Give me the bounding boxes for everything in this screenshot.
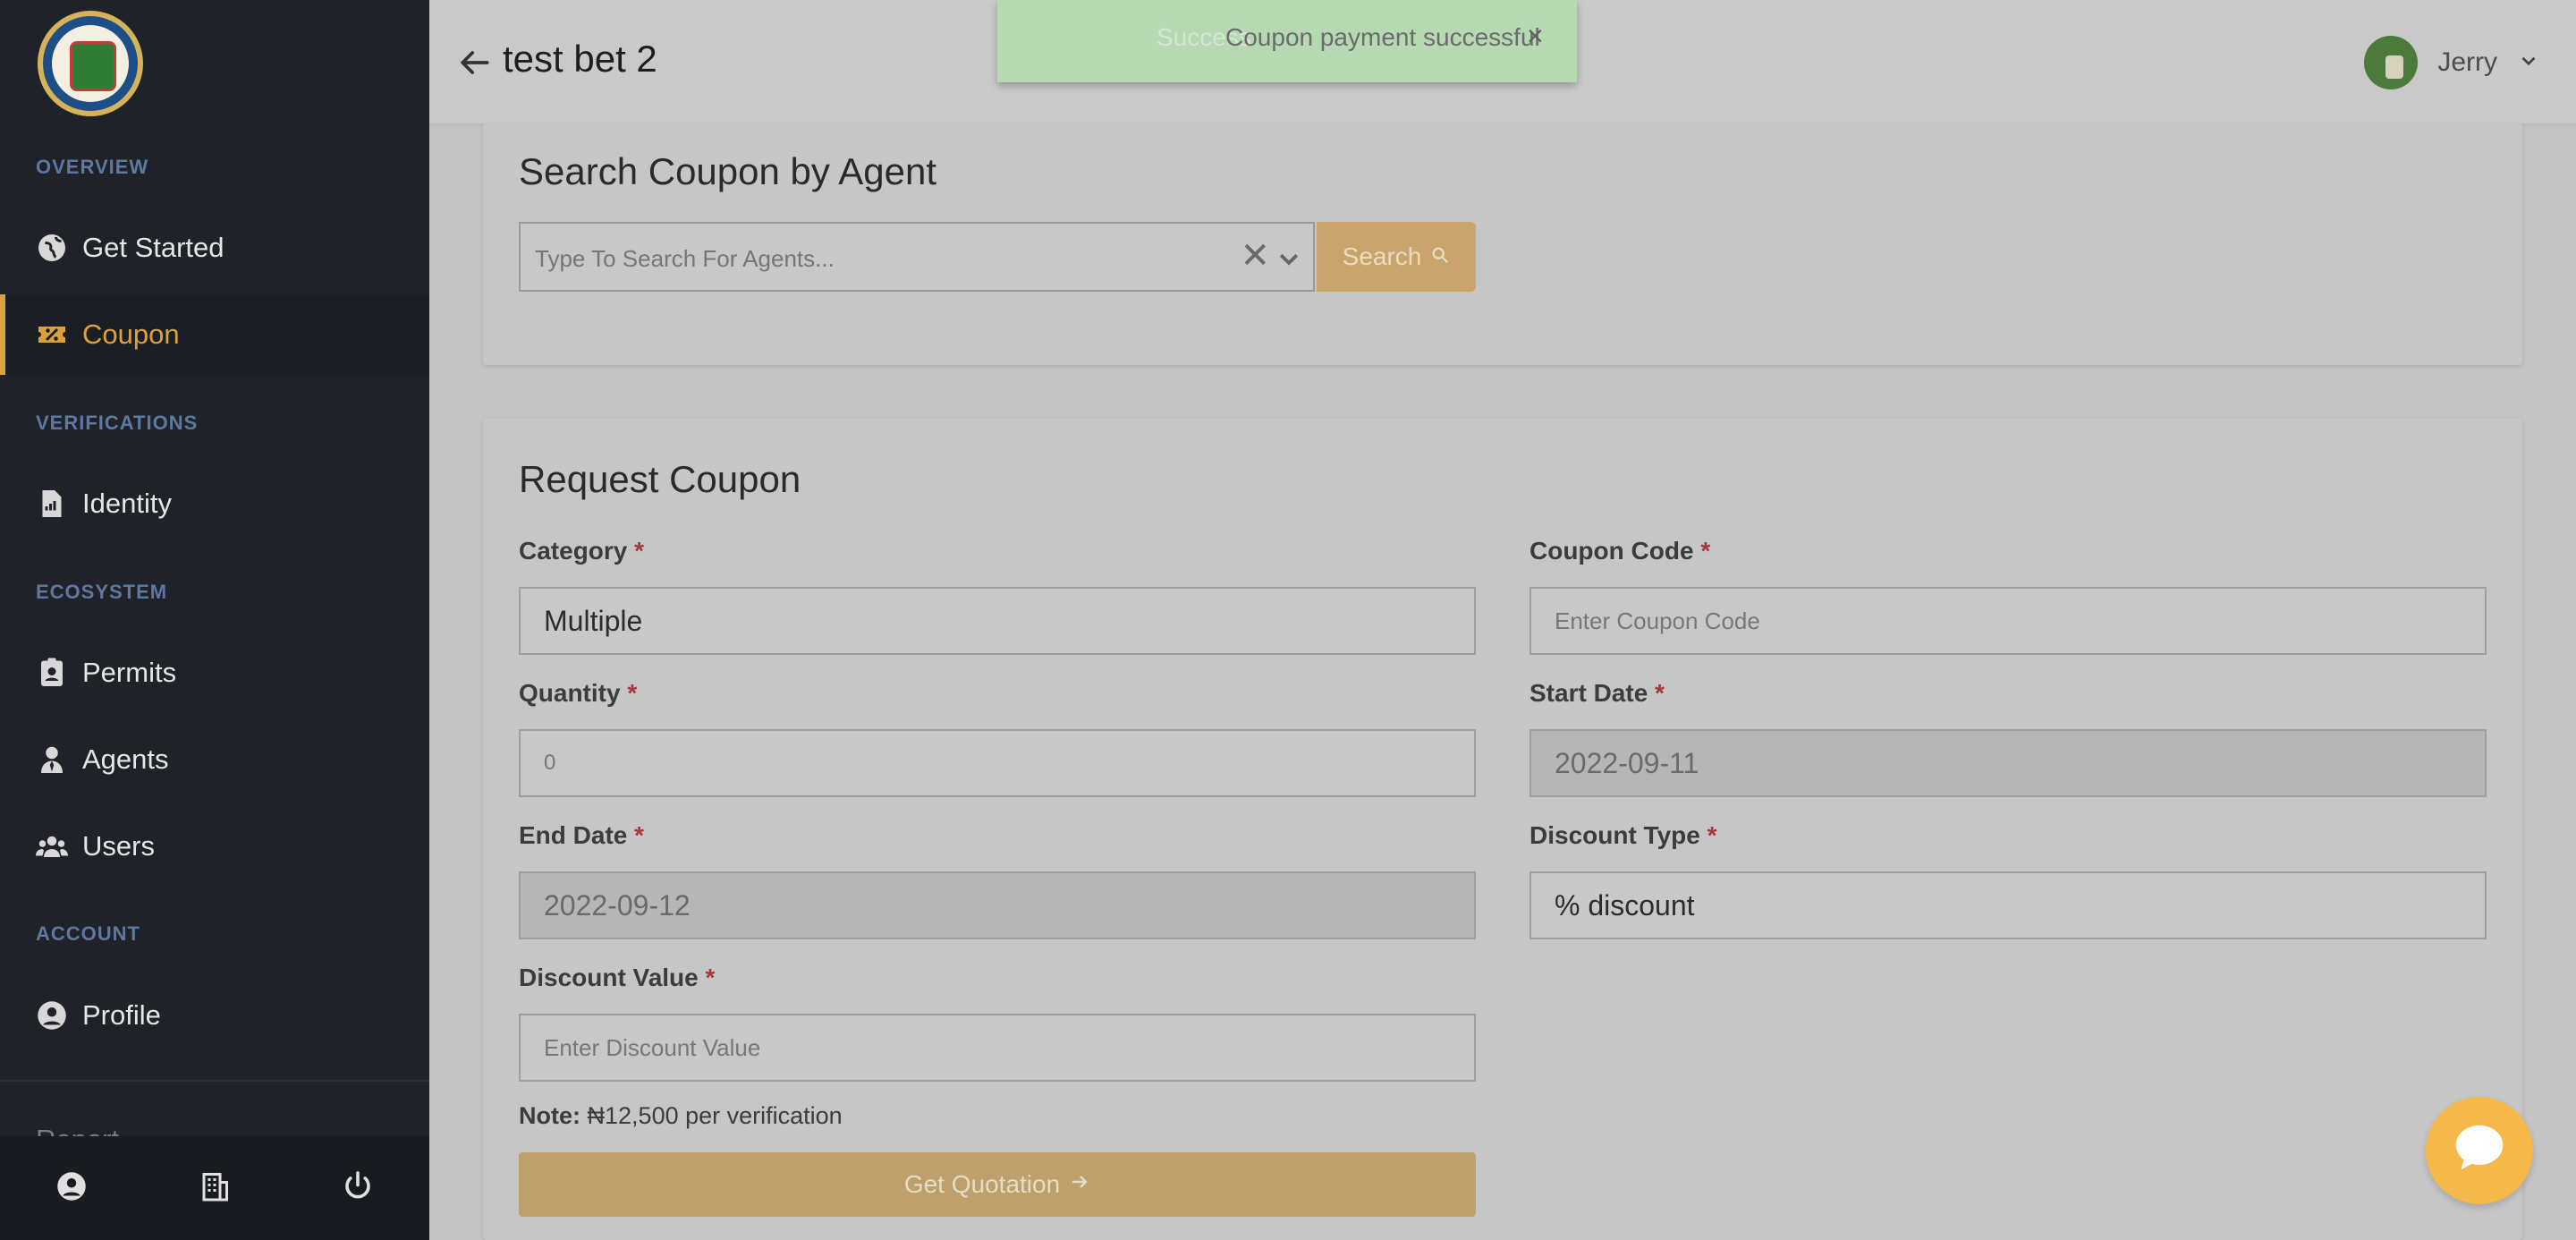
coupon-icon [36,318,68,351]
discount-value-input[interactable]: Enter Discount Value [519,1014,1476,1082]
required-mark: * [634,537,645,565]
sidebar: OVERVIEW Get Started Coupon VERIFICATION… [0,0,429,1240]
sidebar-item-label: Agents [82,743,169,775]
close-icon[interactable]: × [1527,20,1544,53]
quantity-label: Quantity * [519,679,637,708]
sidebar-divider [0,1080,429,1082]
search-icon [1430,242,1450,271]
label-text: Start Date [1530,679,1648,707]
toast-notification: Success Coupon payment successful × [997,0,1577,82]
end-date-label: End Date * [519,821,644,850]
sidebar-item-users[interactable]: Users [0,806,429,887]
power-icon[interactable] [342,1170,374,1207]
avatar[interactable] [2364,36,2419,89]
chevron-down-icon[interactable] [1275,245,1302,276]
section-label-account: ACCOUNT [36,922,140,945]
sidebar-item-profile[interactable]: Profile [0,975,429,1056]
coupon-code-input[interactable]: Enter Coupon Code [1530,587,2487,655]
label-text: Discount Value [519,964,699,991]
sidebar-item-label: Identity [82,488,172,519]
start-date-input[interactable]: 2022-09-11 [1530,729,2487,797]
user-name: Jerry [2437,47,2497,77]
required-mark: * [634,821,645,849]
user-circle-icon [36,999,68,1032]
agent-search-select[interactable]: Type To Search For Agents... ✕ [519,222,1315,292]
quantity-input[interactable]: 0 [519,729,1476,797]
label-text: End Date [519,821,628,849]
sidebar-item-label: Coupon [82,318,180,350]
discount-type-select[interactable]: % discount [1530,871,2487,939]
discount-type-label: Discount Type * [1530,821,1717,850]
sidebar-item-label: Users [82,830,155,862]
label-text: Coupon Code [1530,537,1694,565]
card-title: Search Coupon by Agent [519,150,937,192]
required-mark: * [627,679,638,707]
search-button[interactable]: Search [1317,222,1476,292]
sidebar-item-label: Profile [82,999,161,1031]
start-date-label: Start Date * [1530,679,1665,708]
agent-icon [36,743,68,776]
back-arrow-icon[interactable] [454,43,494,82]
discount-value-label: Discount Value * [519,964,715,992]
sidebar-item-permits[interactable]: Permits [0,633,429,713]
building-icon[interactable] [199,1170,231,1207]
sidebar-item-identity[interactable]: Identity [0,463,429,544]
user-menu[interactable]: Jerry [2364,36,2540,89]
quote-button-label: Get Quotation [903,1170,1061,1198]
label-text: Quantity [519,679,621,707]
toast-message: Coupon payment successful [1225,23,1540,51]
chat-launcher[interactable] [2426,1097,2533,1204]
section-label-ecosystem: ECOSYSTEM [36,581,168,603]
required-mark: * [1655,679,1665,707]
coupon-code-label: Coupon Code * [1530,537,1710,565]
users-icon [36,830,68,862]
get-quotation-button[interactable]: Get Quotation [519,1152,1476,1217]
request-coupon-card: Request Coupon Category * Multiple Coupo… [483,419,2522,1240]
sidebar-item-label: Get Started [82,232,225,263]
chat-bubble-icon [2448,1117,2511,1185]
category-label: Category * [519,537,644,565]
required-mark: * [705,964,716,991]
clear-icon[interactable]: ✕ [1240,238,1270,274]
document-icon [36,488,68,520]
sidebar-item-get-started[interactable]: Get Started [0,208,429,288]
section-label-verifications: VERIFICATIONS [36,412,199,434]
note-label: Note: [519,1102,580,1129]
label-text: Category [519,537,628,565]
end-date-input[interactable]: 2022-09-12 [519,871,1476,939]
search-coupon-card: Search Coupon by Agent Type To Search Fo… [483,123,2522,365]
card-title: Request Coupon [519,458,801,500]
arrow-right-icon [1069,1170,1090,1199]
brand-logo[interactable] [38,11,143,116]
badge-icon [36,657,68,689]
category-select[interactable]: Multiple [519,587,1476,655]
globe-icon [36,232,68,264]
required-mark: * [1707,821,1717,849]
sidebar-item-agents[interactable]: Agents [0,719,429,800]
sidebar-item-coupon[interactable]: Coupon [0,294,429,375]
required-mark: * [1700,537,1711,565]
section-label-overview: OVERVIEW [36,156,149,178]
note-text: ₦12,500 per verification [587,1102,843,1129]
search-placeholder: Type To Search For Agents... [535,245,835,272]
search-button-label: Search [1342,242,1422,270]
page-title: test bet 2 [503,38,657,80]
price-note: Note: ₦12,500 per verification [519,1102,843,1130]
chevron-down-icon[interactable] [2517,49,2540,77]
profile-shortcut-icon[interactable] [55,1170,88,1207]
sidebar-footer [0,1136,429,1240]
label-text: Discount Type [1530,821,1700,849]
sidebar-item-label: Permits [82,657,177,688]
